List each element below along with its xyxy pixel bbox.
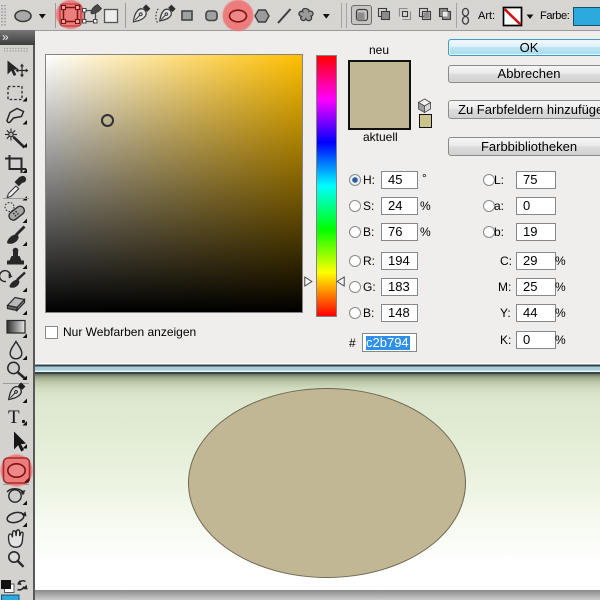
svg-text:T: T <box>8 407 20 428</box>
